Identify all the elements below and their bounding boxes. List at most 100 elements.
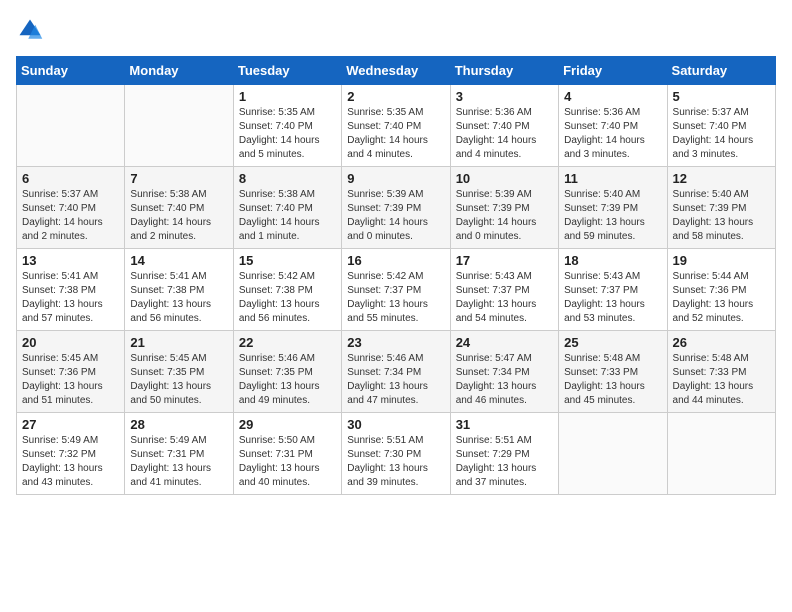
calendar-cell: 9 Sunrise: 5:39 AM Sunset: 7:39 PM Daylig… xyxy=(342,167,450,249)
calendar-cell: 18 Sunrise: 5:43 AM Sunset: 7:37 PM Dayli… xyxy=(559,249,667,331)
calendar-cell: 2Sunrise: 5:35 AM Sunset: 7:40 PM Daylig… xyxy=(342,85,450,167)
calendar-cell: 19 Sunrise: 5:44 AM Sunset: 7:36 PM Dayli… xyxy=(667,249,775,331)
day-number: 4 xyxy=(564,89,661,104)
calendar-cell: 1Sunrise: 5:35 AM Sunset: 7:40 PM Daylig… xyxy=(233,85,341,167)
day-number: 29 xyxy=(239,417,336,432)
day-info: Sunrise: 5:48 AM Sunset: 7:33 PM Dayligh… xyxy=(673,352,770,408)
day-info: Sunrise: 5:42 AM Sunset: 7:37 PM Dayligh… xyxy=(347,270,444,326)
calendar-cell: 13 Sunrise: 5:41 AM Sunset: 7:38 PM Dayli… xyxy=(17,249,125,331)
day-number: 31 xyxy=(456,417,553,432)
day-number: 9 xyxy=(347,171,444,186)
calendar-table: SundayMondayTuesdayWednesdayThursdayFrid… xyxy=(16,56,776,495)
day-number: 19 xyxy=(673,253,770,268)
calendar-cell xyxy=(667,413,775,495)
calendar-cell: 11 Sunrise: 5:40 AM Sunset: 7:39 PM Dayli… xyxy=(559,167,667,249)
day-number: 25 xyxy=(564,335,661,350)
calendar-cell: 7 Sunrise: 5:38 AM Sunset: 7:40 PM Daylig… xyxy=(125,167,233,249)
day-info: Sunrise: 5:50 AM Sunset: 7:31 PM Dayligh… xyxy=(239,434,336,490)
day-info: Sunrise: 5:43 AM Sunset: 7:37 PM Dayligh… xyxy=(456,270,553,326)
day-info: Sunrise: 5:46 AM Sunset: 7:35 PM Dayligh… xyxy=(239,352,336,408)
day-number: 12 xyxy=(673,171,770,186)
day-number: 18 xyxy=(564,253,661,268)
calendar-cell: 24 Sunrise: 5:47 AM Sunset: 7:34 PM Dayli… xyxy=(450,331,558,413)
calendar-cell: 22 Sunrise: 5:46 AM Sunset: 7:35 PM Dayli… xyxy=(233,331,341,413)
day-number: 16 xyxy=(347,253,444,268)
day-number: 7 xyxy=(130,171,227,186)
calendar-week-row: 27 Sunrise: 5:49 AM Sunset: 7:32 PM Dayli… xyxy=(17,413,776,495)
day-info: Sunrise: 5:38 AM Sunset: 7:40 PM Dayligh… xyxy=(239,188,336,244)
day-info: Sunrise: 5:41 AM Sunset: 7:38 PM Dayligh… xyxy=(22,270,119,326)
day-info: Sunrise: 5:40 AM Sunset: 7:39 PM Dayligh… xyxy=(673,188,770,244)
day-info: Sunrise: 5:45 AM Sunset: 7:35 PM Dayligh… xyxy=(130,352,227,408)
calendar-cell: 27 Sunrise: 5:49 AM Sunset: 7:32 PM Dayli… xyxy=(17,413,125,495)
day-info: Sunrise: 5:41 AM Sunset: 7:38 PM Dayligh… xyxy=(130,270,227,326)
calendar-cell: 17 Sunrise: 5:43 AM Sunset: 7:37 PM Dayli… xyxy=(450,249,558,331)
day-number: 11 xyxy=(564,171,661,186)
day-info: Sunrise: 5:37 AM Sunset: 7:40 PM Dayligh… xyxy=(673,106,770,162)
day-number: 14 xyxy=(130,253,227,268)
day-number: 30 xyxy=(347,417,444,432)
day-number: 13 xyxy=(22,253,119,268)
calendar-cell xyxy=(559,413,667,495)
calendar-cell: 12 Sunrise: 5:40 AM Sunset: 7:39 PM Dayli… xyxy=(667,167,775,249)
day-info: Sunrise: 5:37 AM Sunset: 7:40 PM Dayligh… xyxy=(22,188,119,244)
calendar-cell: 6 Sunrise: 5:37 AM Sunset: 7:40 PM Daylig… xyxy=(17,167,125,249)
day-number: 23 xyxy=(347,335,444,350)
logo-icon xyxy=(16,16,44,44)
day-number: 24 xyxy=(456,335,553,350)
calendar-cell: 23 Sunrise: 5:46 AM Sunset: 7:34 PM Dayli… xyxy=(342,331,450,413)
calendar-cell: 30 Sunrise: 5:51 AM Sunset: 7:30 PM Dayli… xyxy=(342,413,450,495)
calendar-cell: 5 Sunrise: 5:37 AM Sunset: 7:40 PM Daylig… xyxy=(667,85,775,167)
day-number: 6 xyxy=(22,171,119,186)
calendar-cell: 21 Sunrise: 5:45 AM Sunset: 7:35 PM Dayli… xyxy=(125,331,233,413)
day-of-week-header: Wednesday xyxy=(342,57,450,85)
calendar-week-row: 1Sunrise: 5:35 AM Sunset: 7:40 PM Daylig… xyxy=(17,85,776,167)
calendar-cell: 31 Sunrise: 5:51 AM Sunset: 7:29 PM Dayli… xyxy=(450,413,558,495)
day-info: Sunrise: 5:38 AM Sunset: 7:40 PM Dayligh… xyxy=(130,188,227,244)
day-info: Sunrise: 5:44 AM Sunset: 7:36 PM Dayligh… xyxy=(673,270,770,326)
calendar-cell: 14 Sunrise: 5:41 AM Sunset: 7:38 PM Dayli… xyxy=(125,249,233,331)
day-number: 21 xyxy=(130,335,227,350)
calendar-cell: 10 Sunrise: 5:39 AM Sunset: 7:39 PM Dayli… xyxy=(450,167,558,249)
calendar-cell xyxy=(125,85,233,167)
logo xyxy=(16,16,48,44)
day-info: Sunrise: 5:51 AM Sunset: 7:30 PM Dayligh… xyxy=(347,434,444,490)
day-number: 1 xyxy=(239,89,336,104)
day-number: 28 xyxy=(130,417,227,432)
calendar-cell: 4 Sunrise: 5:36 AM Sunset: 7:40 PM Daylig… xyxy=(559,85,667,167)
calendar-cell: 15Sunrise: 5:42 AM Sunset: 7:38 PM Dayli… xyxy=(233,249,341,331)
calendar-header-row: SundayMondayTuesdayWednesdayThursdayFrid… xyxy=(17,57,776,85)
day-number: 17 xyxy=(456,253,553,268)
day-of-week-header: Tuesday xyxy=(233,57,341,85)
day-number: 10 xyxy=(456,171,553,186)
day-info: Sunrise: 5:46 AM Sunset: 7:34 PM Dayligh… xyxy=(347,352,444,408)
day-info: Sunrise: 5:47 AM Sunset: 7:34 PM Dayligh… xyxy=(456,352,553,408)
day-number: 5 xyxy=(673,89,770,104)
day-number: 27 xyxy=(22,417,119,432)
day-number: 3 xyxy=(456,89,553,104)
day-number: 26 xyxy=(673,335,770,350)
day-of-week-header: Friday xyxy=(559,57,667,85)
calendar-cell: 28Sunrise: 5:49 AM Sunset: 7:31 PM Dayli… xyxy=(125,413,233,495)
calendar-week-row: 20Sunrise: 5:45 AM Sunset: 7:36 PM Dayli… xyxy=(17,331,776,413)
calendar-cell: 3 Sunrise: 5:36 AM Sunset: 7:40 PM Daylig… xyxy=(450,85,558,167)
day-info: Sunrise: 5:51 AM Sunset: 7:29 PM Dayligh… xyxy=(456,434,553,490)
day-number: 2 xyxy=(347,89,444,104)
calendar-week-row: 6 Sunrise: 5:37 AM Sunset: 7:40 PM Daylig… xyxy=(17,167,776,249)
calendar-cell: 20Sunrise: 5:45 AM Sunset: 7:36 PM Dayli… xyxy=(17,331,125,413)
day-info: Sunrise: 5:36 AM Sunset: 7:40 PM Dayligh… xyxy=(564,106,661,162)
calendar-cell xyxy=(17,85,125,167)
calendar-cell: 8Sunrise: 5:38 AM Sunset: 7:40 PM Daylig… xyxy=(233,167,341,249)
day-of-week-header: Thursday xyxy=(450,57,558,85)
day-number: 22 xyxy=(239,335,336,350)
page-header xyxy=(16,16,776,44)
day-of-week-header: Saturday xyxy=(667,57,775,85)
day-of-week-header: Monday xyxy=(125,57,233,85)
day-info: Sunrise: 5:40 AM Sunset: 7:39 PM Dayligh… xyxy=(564,188,661,244)
day-info: Sunrise: 5:39 AM Sunset: 7:39 PM Dayligh… xyxy=(456,188,553,244)
day-info: Sunrise: 5:45 AM Sunset: 7:36 PM Dayligh… xyxy=(22,352,119,408)
day-info: Sunrise: 5:43 AM Sunset: 7:37 PM Dayligh… xyxy=(564,270,661,326)
day-info: Sunrise: 5:39 AM Sunset: 7:39 PM Dayligh… xyxy=(347,188,444,244)
day-info: Sunrise: 5:49 AM Sunset: 7:32 PM Dayligh… xyxy=(22,434,119,490)
day-info: Sunrise: 5:36 AM Sunset: 7:40 PM Dayligh… xyxy=(456,106,553,162)
